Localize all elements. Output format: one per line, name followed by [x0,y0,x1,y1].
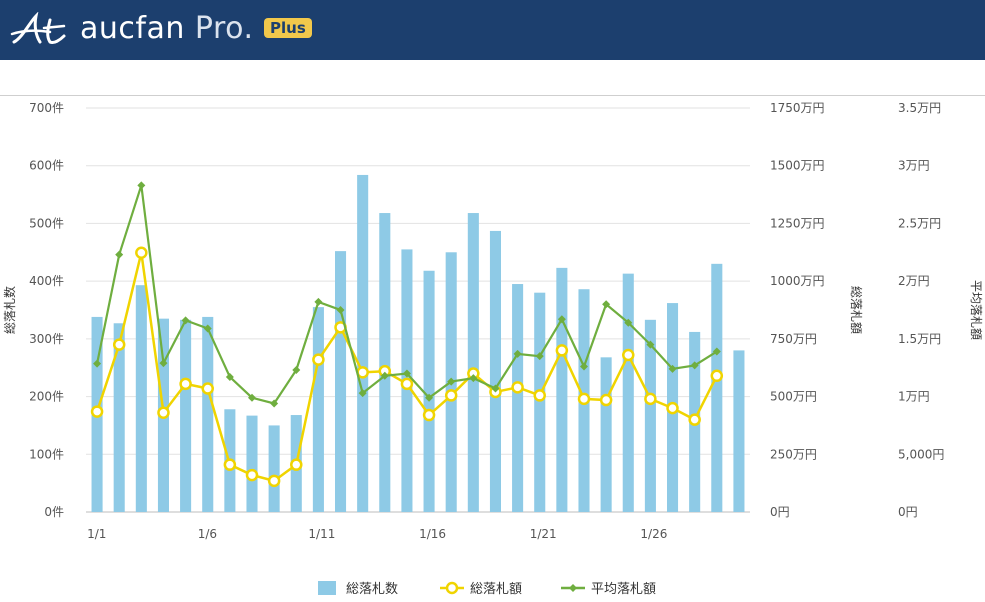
point [179,377,192,391]
x-tick-label: 1/21 [530,527,557,541]
right1-tick-label: 250万円 [770,447,817,461]
bar [135,285,147,512]
bar [357,174,369,512]
right2-tick-label: 0円 [898,505,918,519]
point [577,392,591,406]
bar [113,323,125,512]
point [666,401,679,415]
legend-swatch [318,581,336,595]
bar [534,292,546,512]
left-axis-title: 総落札数 [2,286,17,334]
bar [379,213,391,512]
app-header: aucfan Pro. Plus [0,0,985,60]
brand-name[interactable]: aucfan Pro. [80,11,254,46]
bar [711,263,723,512]
bar [622,273,634,512]
bar [246,415,258,512]
bar [423,270,435,512]
point [644,392,657,406]
point [223,458,237,471]
right1-tick-label: 1250万円 [770,216,825,230]
left-tick-label: 400件 [29,274,64,288]
right1-tick-label: 1500万円 [770,159,825,173]
point [290,458,303,471]
right2-tick-label: 1万円 [898,390,930,404]
auction-sales-chart: 0件 0円 0円 100件 250万円 5,000円 200件 500万円 1万円 300件 750… [2,101,983,597]
bar [556,267,568,512]
point [511,381,524,394]
bar [733,350,745,512]
point [135,246,148,259]
right2-axis-title: 平均落札額 [969,280,983,340]
left-tick-label: 500件 [29,216,64,230]
bar-series [91,174,745,513]
point [533,389,546,402]
point [710,369,724,383]
legend-marker [569,584,577,592]
bar [335,251,347,513]
x-tick-label: 1/1 [87,527,106,541]
right2-tick-label: 3万円 [898,159,930,173]
plus-badge: Plus [264,18,312,38]
bar [268,425,280,512]
right1-tick-label: 500万円 [770,390,817,404]
right1-tick-label: 1750万円 [770,101,825,115]
bar [467,213,479,512]
right1-tick-label: 1000万円 [770,274,825,288]
right2-tick-label: 5,000円 [898,447,944,461]
bar [312,307,324,512]
right2-tick-label: 2万円 [898,274,930,288]
bar [180,319,192,512]
right1-axis-title: 総落札額 [849,286,863,334]
bar [512,284,524,512]
point [599,393,613,407]
point [137,181,146,190]
left-tick-label: 200件 [29,390,64,404]
point [444,389,458,402]
brand-pro: Pro. [194,11,254,46]
point [90,405,104,418]
point [688,413,701,426]
x-tick-label: 1/6 [198,527,217,541]
point [314,297,323,306]
bar [202,316,214,512]
point [312,353,325,366]
left-tick-label: 100件 [29,447,64,461]
bar [600,357,612,512]
x-tick-label: 1/11 [308,527,335,541]
left-tick-label: 600件 [29,159,64,173]
right1-tick-label: 0円 [770,505,790,519]
point [400,377,414,391]
point [112,338,126,351]
point [245,468,259,482]
legend-label: 平均落札額 [591,582,656,597]
right2-tick-label: 1.5万円 [898,332,941,346]
point [201,382,214,395]
point [115,250,124,259]
legend-label: 総落札額 [470,582,522,597]
x-tick-label: 1/16 [419,527,446,541]
legend-label: 総落札数 [346,582,398,597]
point [422,408,436,422]
x-tick-label: 1/26 [640,527,667,541]
point [157,406,170,419]
legend: 総落札数 総落札額 平均落札額 [318,581,656,597]
legend-marker [445,581,459,595]
left-tick-label: 0件 [44,505,64,519]
left-tick-label: 700件 [29,101,64,115]
right2-tick-label: 2.5万円 [898,216,941,230]
point [555,344,569,357]
right1-tick-label: 750万円 [770,332,817,346]
bar [489,230,501,512]
point [622,348,635,362]
brand-aucfan: aucfan [80,11,185,46]
left-tick-label: 300件 [29,332,64,346]
aucfan-logo-icon[interactable] [10,11,76,52]
point [267,474,281,488]
right2-tick-label: 3.5万円 [898,101,941,115]
